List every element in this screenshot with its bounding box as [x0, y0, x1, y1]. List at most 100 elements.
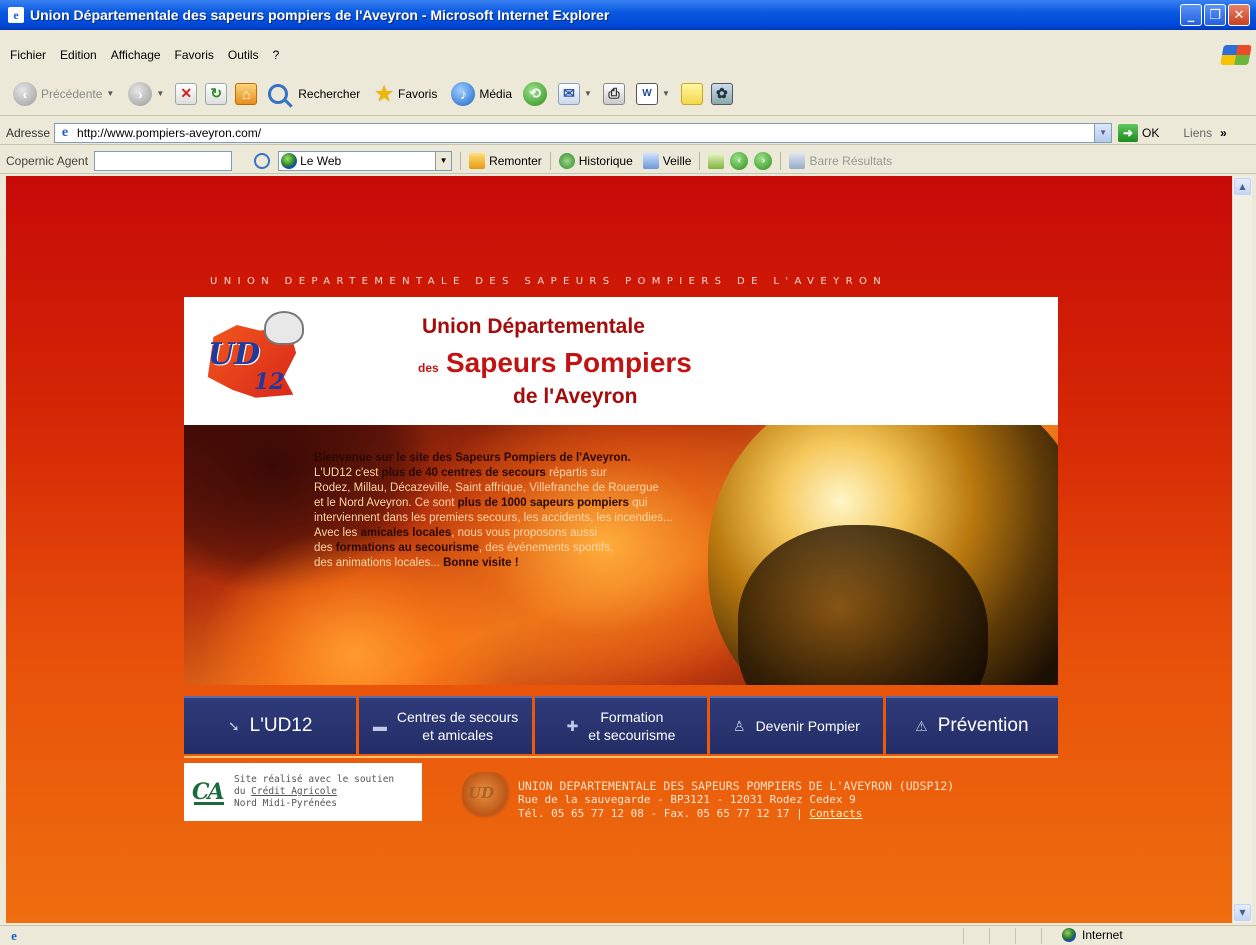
- links-chevron-icon[interactable]: »: [1220, 126, 1227, 140]
- menu-favoris[interactable]: Favoris: [175, 48, 214, 62]
- welcome-line: des formations au secourisme, des événem…: [314, 542, 614, 554]
- menu-help[interactable]: ?: [273, 48, 280, 62]
- mail-dropdown-icon[interactable]: ▼: [584, 89, 592, 98]
- address-url[interactable]: http://www.pompiers-aveyron.com/: [77, 126, 261, 140]
- nav-ud12[interactable]: ➘ L'UD12: [184, 696, 357, 754]
- footer-line3: Tél. 05 65 77 12 08 - Fax. 05 65 77 12 1…: [518, 807, 863, 820]
- nav-formation-label: Formation et secourisme: [588, 709, 676, 743]
- next-icon[interactable]: ›: [754, 151, 773, 170]
- security-zone: Internet: [1062, 928, 1123, 942]
- address-bar: Adresse e http://www.pompiers-aveyron.co…: [0, 121, 1256, 145]
- back-arrow-icon: ‹: [13, 81, 37, 106]
- logo-12-text: 12: [254, 369, 285, 395]
- arrow-icon: ➘: [227, 717, 240, 734]
- menu-bar: Fichier Edition Affichage Favoris Outils…: [0, 44, 1256, 66]
- veille-button[interactable]: Veille: [642, 152, 691, 169]
- warning-icon: ⚠: [915, 717, 928, 734]
- credit-agricole-link[interactable]: Crédit Agricole: [251, 786, 337, 797]
- scroll-up-icon[interactable]: ▲: [1234, 178, 1251, 195]
- person-icon: ♙: [733, 717, 746, 734]
- menu-fichier[interactable]: Fichier: [10, 48, 46, 62]
- scope-dropdown-icon[interactable]: ▼: [435, 151, 452, 170]
- window-controls: _ ❐ ✕: [1180, 4, 1250, 26]
- previous-icon[interactable]: ‹: [730, 151, 749, 170]
- favorites-label: Favoris: [398, 86, 438, 101]
- veille-icon: [642, 152, 659, 169]
- print-icon[interactable]: ⎙: [602, 82, 625, 105]
- results-bar-button[interactable]: Barre Résultats: [789, 152, 892, 169]
- vertical-scrollbar[interactable]: ▲ ▼: [1232, 176, 1252, 923]
- search-label: Rechercher: [298, 86, 361, 101]
- edit-dropdown-icon[interactable]: ▼: [662, 89, 670, 98]
- footer-line1: UNION DEPARTEMENTALE DES SAPEURS POMPIER…: [518, 779, 955, 793]
- header-line1: Union Départementale: [422, 315, 645, 338]
- toolbar-separator: [460, 151, 462, 170]
- contacts-link[interactable]: Contacts: [809, 807, 862, 820]
- highlight-button[interactable]: [708, 152, 725, 169]
- word-edit-icon: W: [635, 82, 658, 105]
- welcome-line: L'UD12 c'est plus de 40 centres de secou…: [314, 467, 607, 479]
- favorites-star-icon: ★: [374, 80, 394, 106]
- history-icon[interactable]: ⟲: [523, 81, 548, 106]
- credit-agricole-logo[interactable]: [192, 779, 224, 805]
- status-bar: e Internet: [0, 925, 1256, 945]
- forward-button[interactable]: › ▼: [125, 79, 167, 109]
- highlight-icon: [708, 152, 725, 169]
- nav-devenir[interactable]: ♙ Devenir Pompier: [710, 696, 883, 754]
- footer-address: UNION DEPARTEMENTALE DES SAPEURS POMPIER…: [518, 779, 954, 821]
- messenger-icon[interactable]: ✿: [710, 82, 733, 105]
- nav-centres[interactable]: ▬ Centres de secours et amicales: [359, 696, 532, 754]
- address-input[interactable]: e http://www.pompiers-aveyron.com/ ▼: [54, 122, 1113, 143]
- union-title: UNION DEPARTEMENTALE DES SAPEURS POMPIER…: [210, 276, 888, 287]
- maximize-button[interactable]: ❐: [1204, 4, 1226, 26]
- media-button[interactable]: ♪ Média: [448, 79, 515, 109]
- discuss-note-icon[interactable]: [680, 82, 703, 105]
- edit-button[interactable]: W ▼: [633, 79, 673, 109]
- minimize-button[interactable]: _: [1180, 4, 1202, 26]
- address-dropdown-icon[interactable]: ▼: [1094, 123, 1112, 142]
- welcome-line: et le Nord Aveyron. Ce sont plus de 1000…: [314, 497, 648, 509]
- copernic-search-icon[interactable]: [254, 152, 271, 169]
- stop-icon[interactable]: ✕: [175, 82, 198, 105]
- favorites-button[interactable]: ★ Favoris: [371, 79, 440, 109]
- nav-formation[interactable]: ✚ Formation et secourisme: [534, 696, 708, 754]
- copernic-toolbar: Copernic Agent Le Web ▼ Remonter Histori…: [0, 148, 1256, 174]
- menu-affichage[interactable]: Affichage: [111, 48, 161, 62]
- nav-prevention[interactable]: ⚠ Prévention: [885, 696, 1059, 754]
- copernic-label: Copernic Agent: [6, 153, 89, 168]
- welcome-text: Bienvenue sur le site des Sapeurs Pompie…: [314, 451, 744, 571]
- back-button[interactable]: ‹ Précédente ▼: [10, 79, 117, 109]
- welcome-banner: Bienvenue sur le site des Sapeurs Pompie…: [184, 425, 1058, 685]
- forward-dropdown-icon[interactable]: ▼: [156, 89, 164, 98]
- remonter-label: Remonter: [489, 153, 542, 168]
- forward-arrow-icon: ›: [128, 81, 153, 106]
- menu-outils[interactable]: Outils: [228, 48, 259, 62]
- back-dropdown-icon[interactable]: ▼: [106, 89, 114, 98]
- nav-prevention-label: Prévention: [937, 715, 1029, 736]
- welcome-line: des animations locales... Bonne visite !: [314, 557, 519, 569]
- copernic-search-input[interactable]: [94, 150, 233, 171]
- footer-logo: UD: [462, 772, 512, 818]
- go-label: OK: [1142, 125, 1160, 140]
- ie-icon: e: [8, 7, 24, 23]
- go-button[interactable]: ➜ OK: [1118, 123, 1160, 142]
- close-button[interactable]: ✕: [1228, 4, 1250, 26]
- window-title: Union Départementale des sapeurs pompier…: [30, 7, 610, 23]
- status-page-icon: e: [11, 927, 17, 943]
- header-line2: Sapeurs Pompiers: [446, 347, 692, 378]
- remonter-button[interactable]: Remonter: [469, 152, 542, 169]
- historique-button[interactable]: Historique: [558, 152, 633, 169]
- scroll-down-icon[interactable]: ▼: [1234, 904, 1251, 921]
- search-button[interactable]: Rechercher: [265, 79, 363, 109]
- mail-button[interactable]: ✉ ▼: [555, 79, 595, 109]
- menu-edition[interactable]: Edition: [60, 48, 97, 62]
- ud12-logo[interactable]: UD 12: [198, 307, 308, 407]
- links-toolbar[interactable]: Liens: [1183, 126, 1212, 140]
- truck-icon: ▬: [372, 718, 387, 734]
- home-icon[interactable]: ⌂: [235, 82, 258, 105]
- remonter-icon: [469, 152, 486, 169]
- nav-devenir-label: Devenir Pompier: [755, 718, 860, 734]
- go-arrow-icon: ➜: [1118, 123, 1139, 142]
- refresh-icon[interactable]: ↻: [205, 82, 228, 105]
- copernic-scope-select[interactable]: Le Web ▼: [278, 150, 453, 171]
